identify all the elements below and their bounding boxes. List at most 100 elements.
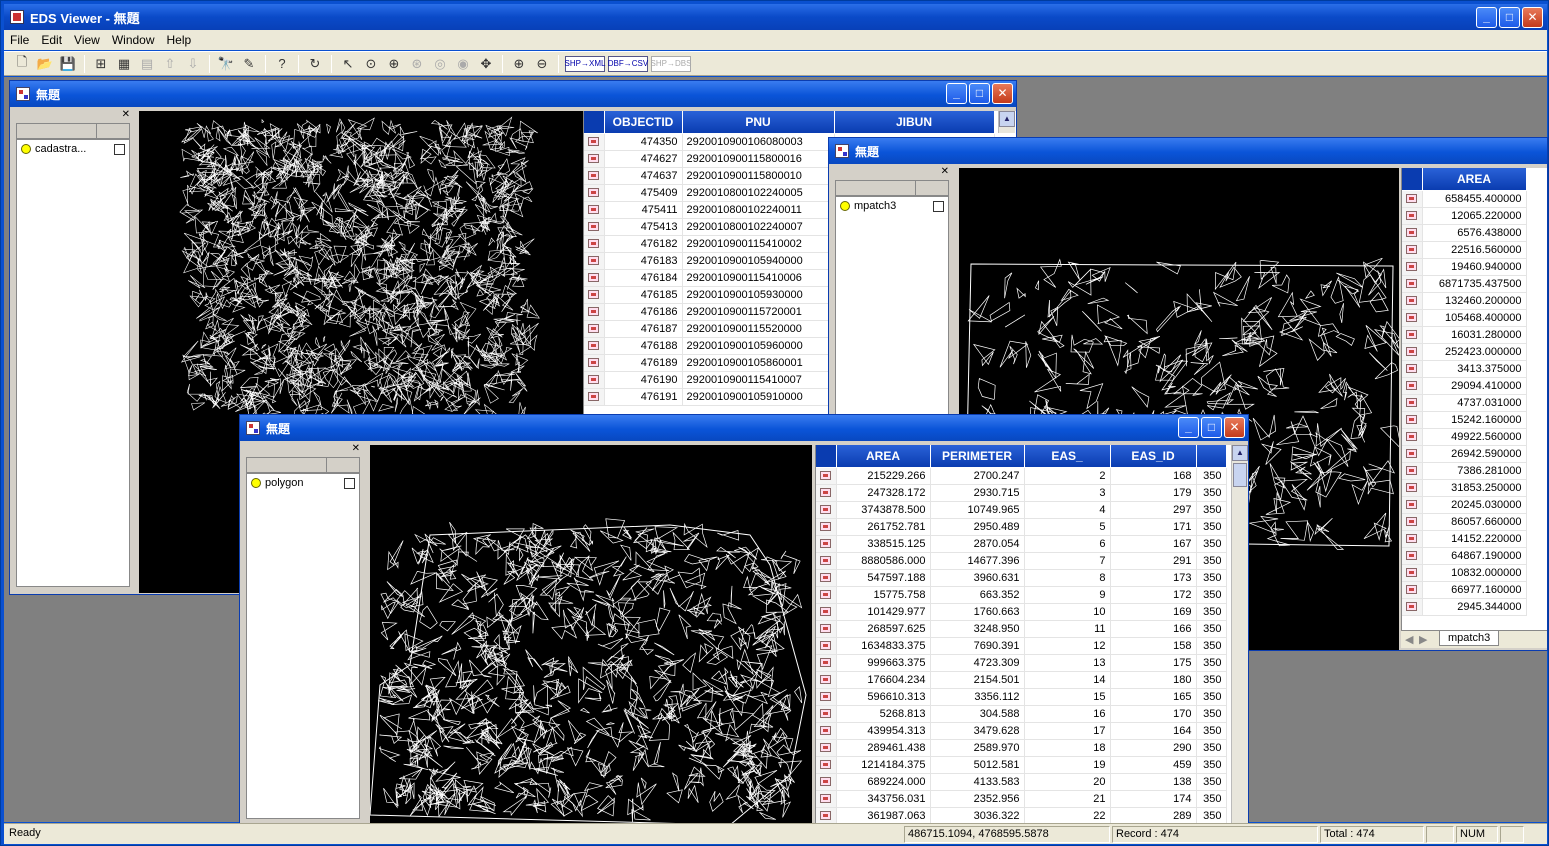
layer-visibility-checkbox[interactable] — [114, 143, 125, 155]
layer-item[interactable]: cadastra... — [17, 140, 129, 158]
layer-item[interactable]: mpatch3 — [836, 197, 948, 215]
row-record-icon[interactable] — [1402, 564, 1423, 582]
row-record-icon[interactable] — [1402, 581, 1423, 599]
column-header[interactable] — [1196, 445, 1227, 468]
table-row[interactable]: 547597.188 3960.631 8 173 350 — [816, 569, 1227, 587]
row-record-icon[interactable] — [584, 388, 605, 406]
row-record-icon[interactable] — [816, 603, 837, 621]
table-row[interactable]: 19460.940000 — [1402, 258, 1527, 276]
add-layer-icon[interactable]: ⊞ — [91, 54, 111, 74]
table-row[interactable]: 1634833.375 7690.391 12 158 350 — [816, 637, 1227, 655]
window-minimize-button[interactable]: _ — [946, 83, 967, 104]
window-close-button[interactable]: ✕ — [1224, 417, 1245, 438]
row-record-icon[interactable] — [584, 354, 605, 372]
column-header[interactable]: PERIMETER — [930, 445, 1025, 468]
layer-remove-icon[interactable]: ▤ — [137, 54, 157, 74]
table-scrollbar[interactable]: ▲ — [1231, 445, 1248, 823]
save-icon[interactable]: 💾 — [58, 54, 78, 74]
row-record-icon[interactable] — [1402, 530, 1423, 548]
table-row[interactable]: 49922.560000 — [1402, 428, 1527, 446]
legend-close-icon[interactable]: ✕ — [941, 166, 949, 177]
table-row[interactable]: 361987.063 3036.322 22 289 350 — [816, 807, 1227, 825]
table-row[interactable]: 10832.000000 — [1402, 564, 1527, 582]
attribute-table[interactable]: AREA PERIMETER EAS_ EAS_ID 215229.266 2700.24… — [815, 445, 1231, 825]
table-row[interactable]: 16031.280000 — [1402, 326, 1527, 344]
row-record-icon[interactable] — [1402, 377, 1423, 395]
layer-item[interactable]: polygon — [247, 474, 359, 492]
row-record-icon[interactable] — [584, 252, 605, 270]
row-record-icon[interactable] — [584, 371, 605, 389]
table-row[interactable]: 22516.560000 — [1402, 241, 1527, 259]
zoom-next-icon[interactable]: ◉ — [453, 54, 473, 74]
maximize-button[interactable]: □ — [1499, 7, 1520, 28]
window-close-button[interactable]: ✕ — [992, 83, 1013, 104]
table-row[interactable]: 596610.313 3356.112 15 165 350 — [816, 688, 1227, 706]
tab-scroll-right-icon[interactable]: ▶ — [1419, 633, 1427, 646]
table-row[interactable]: 8880586.000 14677.396 7 291 350 — [816, 552, 1227, 570]
table-row[interactable]: 3413.375000 — [1402, 360, 1527, 378]
table-row[interactable]: 2945.344000 — [1402, 598, 1527, 616]
row-record-icon[interactable] — [1402, 513, 1423, 531]
row-record-icon[interactable] — [1402, 445, 1423, 463]
help-icon[interactable]: ? — [272, 54, 292, 74]
row-record-icon[interactable] — [816, 688, 837, 706]
row-record-icon[interactable] — [1402, 241, 1423, 259]
row-record-icon[interactable] — [1402, 326, 1423, 344]
table-row[interactable]: 66977.160000 — [1402, 581, 1527, 599]
row-record-icon[interactable] — [584, 218, 605, 236]
row-record-icon[interactable] — [1402, 190, 1423, 208]
window-maximize-button[interactable]: □ — [969, 83, 990, 104]
table-row[interactable]: 999663.375 4723.309 13 175 350 — [816, 654, 1227, 672]
menu-edit[interactable]: Edit — [41, 33, 62, 47]
row-record-icon[interactable] — [584, 150, 605, 168]
table-row[interactable]: 176604.234 2154.501 14 180 350 — [816, 671, 1227, 689]
column-header[interactable]: JIBUN — [834, 111, 995, 134]
row-record-icon[interactable] — [1402, 411, 1423, 429]
zoom-area-icon[interactable]: ⊙ — [361, 54, 381, 74]
row-record-icon[interactable] — [816, 756, 837, 774]
column-header[interactable]: EAS_ — [1024, 445, 1111, 468]
row-record-icon[interactable] — [1402, 309, 1423, 327]
new-icon[interactable]: 🗋 — [12, 54, 32, 74]
layer-visibility-checkbox[interactable] — [344, 477, 355, 489]
table-scrollbar[interactable]: ▲ — [998, 111, 1015, 133]
row-record-icon[interactable] — [1402, 360, 1423, 378]
zoom-prev-icon[interactable]: ◎ — [430, 54, 450, 74]
row-record-icon[interactable] — [584, 286, 605, 304]
select-icon[interactable]: ↖ — [338, 54, 358, 74]
row-record-icon[interactable] — [816, 501, 837, 519]
row-record-icon[interactable] — [1402, 462, 1423, 480]
table-row[interactable]: 5268.813 304.588 16 170 350 — [816, 705, 1227, 723]
move-down-icon[interactable]: ⇩ — [183, 54, 203, 74]
window-maximize-button[interactable]: □ — [1201, 417, 1222, 438]
layer-visibility-checkbox[interactable] — [933, 200, 944, 212]
table-row[interactable]: 289461.438 2589.970 18 290 350 — [816, 739, 1227, 757]
legend-close-icon[interactable]: ✕ — [352, 443, 360, 454]
row-record-icon[interactable] — [584, 167, 605, 185]
row-record-icon[interactable] — [584, 303, 605, 321]
table-row[interactable]: 15242.160000 — [1402, 411, 1527, 429]
row-record-icon[interactable] — [1402, 275, 1423, 293]
row-record-icon[interactable] — [816, 705, 837, 723]
row-record-icon[interactable] — [584, 184, 605, 202]
shp-to-xml-icon[interactable]: SHP→XML — [565, 55, 605, 72]
table-row[interactable]: 6576.438000 — [1402, 224, 1527, 242]
minimize-button[interactable]: _ — [1476, 7, 1497, 28]
menu-file[interactable]: File — [10, 33, 29, 47]
row-record-icon[interactable] — [1402, 292, 1423, 310]
map-canvas[interactable] — [370, 445, 812, 825]
table-row[interactable]: 29094.410000 — [1402, 377, 1527, 395]
row-record-icon[interactable] — [1402, 598, 1423, 616]
menu-view[interactable]: View — [74, 33, 100, 47]
row-record-icon[interactable] — [816, 790, 837, 808]
row-record-icon[interactable] — [1402, 496, 1423, 514]
query-icon[interactable]: ✎ — [239, 54, 259, 74]
table-row[interactable]: 261752.781 2950.489 5 171 350 — [816, 518, 1227, 536]
attribute-table[interactable]: AREA 658455.400000 12065.220000 6576.438000… — [1401, 168, 1547, 630]
row-record-icon[interactable] — [1402, 224, 1423, 242]
row-record-icon[interactable] — [816, 518, 837, 536]
row-record-icon[interactable] — [1402, 547, 1423, 565]
close-button[interactable]: ✕ — [1522, 7, 1543, 28]
row-record-icon[interactable] — [1402, 479, 1423, 497]
row-record-icon[interactable] — [816, 535, 837, 553]
